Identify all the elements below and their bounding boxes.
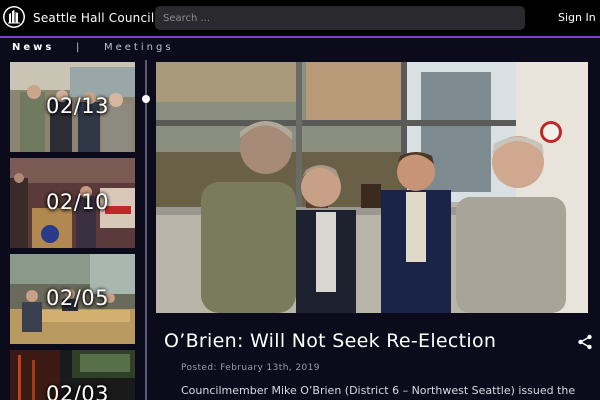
timeline-item[interactable]: 02/03 (10, 350, 135, 400)
section-nav: News | Meetings (0, 38, 600, 58)
tab-news[interactable]: News (12, 42, 54, 53)
article-headline[interactable]: O’Brien: Will Not Seek Re-Election (164, 330, 496, 352)
timeline-item[interactable]: 02/10 (10, 158, 135, 248)
timeline-item[interactable]: 02/13 (10, 62, 135, 152)
timeline-active-marker (142, 95, 150, 103)
timeline-item[interactable]: 02/05 (10, 254, 135, 344)
sign-in-link[interactable]: Sign In (558, 11, 596, 24)
app-title: Seattle Hall Council (33, 11, 155, 25)
seattle-seal-icon[interactable] (2, 5, 26, 29)
search-input[interactable] (155, 6, 525, 30)
top-bar: Seattle Hall Council Sign In (0, 0, 600, 36)
timeline-date: 02/03 (46, 382, 110, 400)
timeline-date: 02/10 (46, 190, 110, 214)
share-icon[interactable] (577, 334, 593, 350)
article-excerpt: Councilmember Mike O’Brien (District 6 –… (181, 384, 576, 397)
timeline-date: 02/13 (46, 94, 110, 118)
article-hero-image (156, 62, 588, 313)
nav-separator: | (76, 42, 80, 53)
timeline-date: 02/05 (46, 286, 110, 310)
tab-meetings[interactable]: Meetings (104, 42, 174, 53)
article-posted-date: Posted: February 13th, 2019 (181, 363, 320, 373)
timeline-rail (145, 60, 147, 400)
